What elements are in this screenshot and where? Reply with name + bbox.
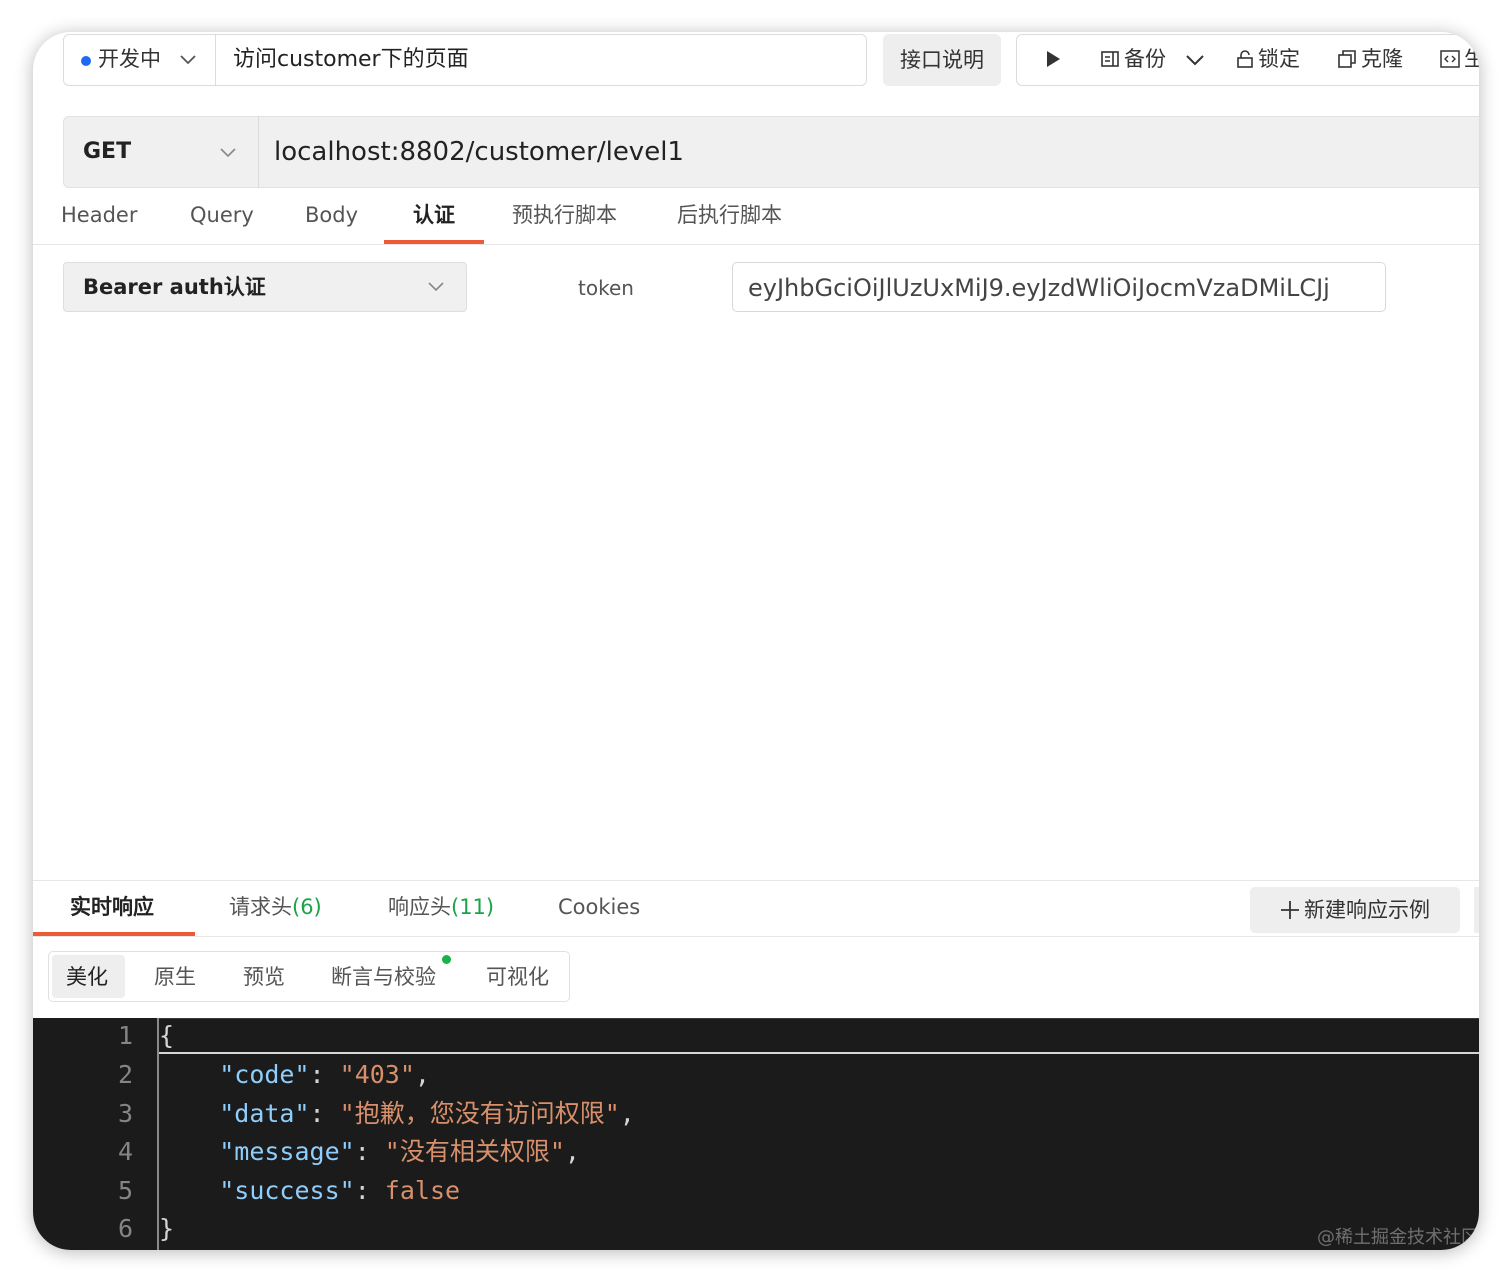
count-badge: (11) bbox=[451, 895, 495, 919]
status-select[interactable]: 开发中 bbox=[98, 44, 161, 74]
line-number: 6 bbox=[117, 1214, 133, 1243]
tab-cookies[interactable]: Cookies bbox=[558, 892, 640, 922]
code-line: } bbox=[159, 1214, 174, 1244]
line-number: 1 bbox=[117, 1021, 133, 1050]
line-number: 4 bbox=[117, 1137, 133, 1166]
code-line: "code": "403", bbox=[219, 1060, 430, 1089]
clone-icon[interactable] bbox=[1337, 49, 1357, 69]
api-doc-button[interactable]: 接口说明 bbox=[883, 34, 1001, 86]
app-window: 开发中 访问customer下的页面 接口说明 备份 锁定 克隆 生 GET l… bbox=[33, 32, 1479, 1250]
divider bbox=[33, 880, 1479, 881]
json-value: "403" bbox=[339, 1060, 415, 1089]
tab-live-response[interactable]: 实时响应 bbox=[70, 892, 154, 922]
backup-icon[interactable] bbox=[1100, 49, 1120, 69]
divider bbox=[215, 34, 216, 86]
token-value: eyJhbGciOiJlUzUxMiJ9.eyJzdWliOiJocmVzaDM… bbox=[748, 274, 1330, 302]
count-badge: (6) bbox=[292, 895, 322, 919]
button-label: 新建响应示例 bbox=[1304, 898, 1430, 922]
code-line: "data": "抱歉，您没有访问权限", bbox=[219, 1099, 635, 1128]
overflow-button-edge[interactable] bbox=[1474, 887, 1479, 933]
backup-button[interactable]: 备份 bbox=[1124, 44, 1166, 74]
json-brace: { bbox=[159, 1021, 175, 1050]
json-key: "success" bbox=[219, 1176, 355, 1205]
json-key: "data" bbox=[219, 1099, 310, 1128]
line-number: 2 bbox=[117, 1060, 133, 1089]
tab-label: 实时响应 bbox=[70, 895, 154, 919]
line-number: 3 bbox=[117, 1099, 133, 1128]
json-key: "code" bbox=[219, 1060, 310, 1089]
view-raw[interactable]: 原生 bbox=[154, 962, 196, 992]
tab-header[interactable]: Header bbox=[61, 200, 137, 230]
assertion-status-dot bbox=[442, 955, 451, 964]
tab-post-script[interactable]: 后执行脚本 bbox=[677, 200, 782, 230]
new-response-example-button[interactable]: 新建响应示例 bbox=[1250, 887, 1460, 933]
tab-auth[interactable]: 认证 bbox=[413, 200, 455, 230]
view-assertions[interactable]: 断言与校验 bbox=[331, 962, 436, 992]
json-brace: } bbox=[159, 1214, 175, 1243]
tab-body[interactable]: Body bbox=[305, 200, 358, 230]
play-icon[interactable] bbox=[1043, 49, 1063, 69]
tab-query[interactable]: Query bbox=[190, 200, 254, 230]
watermark: @稀土掘金技术社区 bbox=[1317, 1227, 1479, 1248]
tab-label: Cookies bbox=[558, 895, 641, 919]
chevron-down-icon[interactable] bbox=[179, 54, 197, 66]
view-visualize[interactable]: 可视化 bbox=[486, 962, 549, 992]
json-value: "没有相关权限" bbox=[384, 1137, 565, 1166]
status-dot bbox=[81, 56, 91, 66]
code-line: "message": "没有相关权限", bbox=[219, 1137, 580, 1166]
generate-code-button[interactable]: 生 bbox=[1464, 44, 1479, 74]
json-value: false bbox=[384, 1176, 461, 1205]
tab-response-headers[interactable]: 响应头(11) bbox=[388, 892, 494, 922]
api-name-input[interactable]: 访问customer下的页面 bbox=[233, 44, 469, 76]
lock-button[interactable]: 锁定 bbox=[1258, 44, 1300, 74]
response-body-editor[interactable]: 1 2 3 4 5 6 { "code": "403", "data": "抱歉… bbox=[33, 1018, 1479, 1250]
tab-label: 请求头 bbox=[229, 895, 292, 919]
url-input[interactable]: localhost:8802/customer/level1 bbox=[274, 133, 684, 171]
divider bbox=[33, 936, 1479, 937]
divider bbox=[33, 244, 1479, 245]
tab-label: 响应头 bbox=[388, 895, 451, 919]
current-line-highlight bbox=[159, 1018, 1479, 1054]
lock-icon[interactable] bbox=[1235, 49, 1255, 69]
line-number: 5 bbox=[117, 1176, 133, 1205]
code-line: "success": false bbox=[219, 1176, 461, 1205]
method-select[interactable]: GET bbox=[83, 136, 131, 168]
plus-icon bbox=[1281, 901, 1299, 919]
chevron-down-icon[interactable] bbox=[219, 147, 237, 159]
view-pretty[interactable]: 美化 bbox=[66, 962, 108, 992]
json-value: "抱歉，您没有访问权限" bbox=[339, 1099, 620, 1128]
divider bbox=[258, 116, 259, 188]
token-label: token bbox=[578, 276, 634, 300]
code-icon[interactable] bbox=[1440, 49, 1460, 69]
auth-type-label: Bearer auth认证 bbox=[83, 275, 266, 299]
tab-pre-script[interactable]: 预执行脚本 bbox=[512, 200, 617, 230]
json-key: "message" bbox=[219, 1137, 355, 1166]
view-preview[interactable]: 预览 bbox=[243, 962, 285, 992]
tab-request-headers[interactable]: 请求头(6) bbox=[229, 892, 322, 922]
chevron-down-icon[interactable] bbox=[1185, 54, 1205, 67]
clone-button[interactable]: 克隆 bbox=[1361, 44, 1403, 74]
token-input[interactable]: eyJhbGciOiJlUzUxMiJ9.eyJzdWliOiJocmVzaDM… bbox=[732, 262, 1386, 312]
code-line: { bbox=[159, 1021, 174, 1051]
chevron-down-icon[interactable] bbox=[427, 281, 445, 293]
